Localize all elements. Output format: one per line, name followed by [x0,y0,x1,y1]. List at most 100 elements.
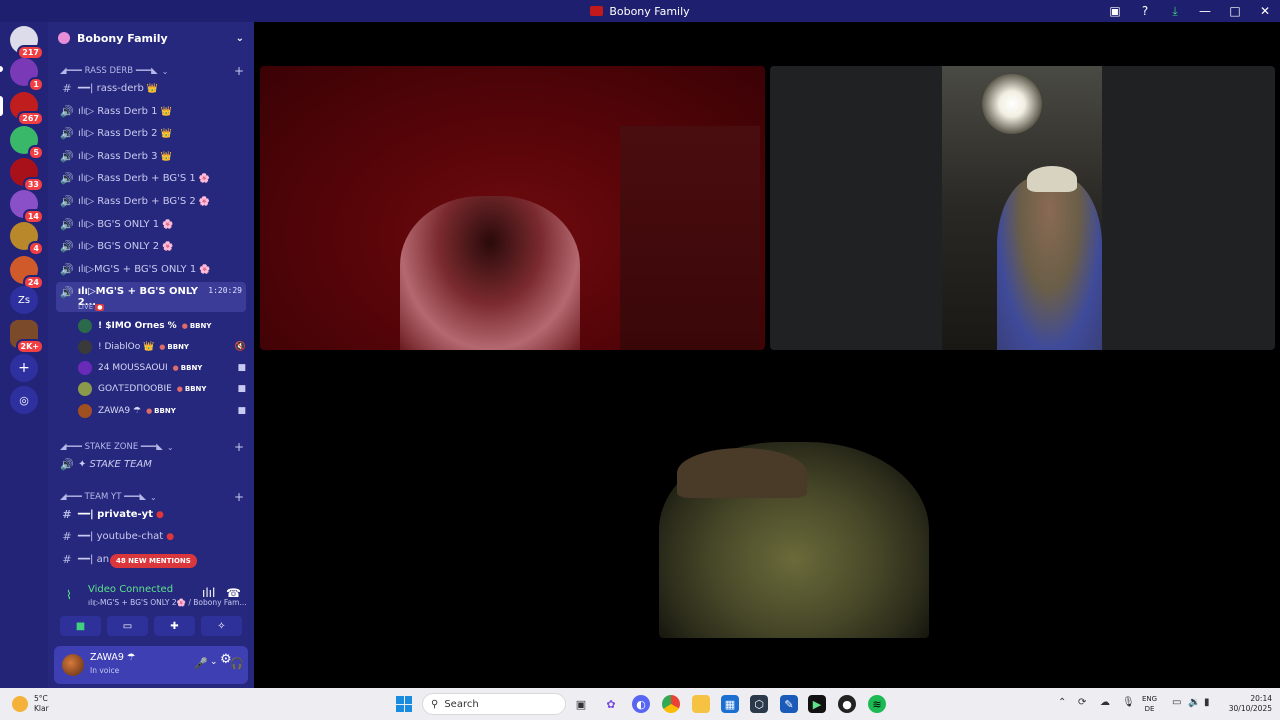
server-icon-5[interactable]: 14 [10,190,44,224]
speaker-icon: 🔊 [60,195,74,208]
editor-icon[interactable]: ✎ [780,695,798,713]
voice-channel-rass-derb-bgs-1[interactable]: 🔊 ılı▷ Rass Derb + BG'S 1 🌸 [56,168,246,189]
voice-channel-rass-derb-1[interactable]: 🔊 ılı▷ Rass Derb 1 👑 [56,101,246,122]
inbox-icon[interactable]: ▣ [1100,0,1130,22]
red-dot-icon: ● [166,531,175,542]
microphone-icon[interactable]: 🎤 [194,657,208,670]
server-icon-4[interactable]: 33 [10,158,44,192]
speaker-icon: 🔊 [60,240,74,253]
soundboard-button[interactable]: ✧ [201,616,242,636]
video-tile[interactable] [659,442,929,638]
help-icon[interactable]: ? [1130,0,1160,22]
add-channel-icon[interactable]: + [234,490,244,504]
server-rail: 217 1 267 5 33 14 4 24 Zs 2K+ + ◎ [0,22,48,688]
screen-share-button[interactable]: ▭ [107,616,148,636]
voice-user[interactable]: ! $IMO Ornes % BBNY [78,316,246,336]
clock[interactable]: 20:14 30/10/2025 [1224,694,1272,714]
channel-private-yt[interactable]: # ━━| private-yt ● [56,504,246,525]
store-icon[interactable]: ▦ [721,695,739,713]
display-icon[interactable]: ▭ [1172,697,1181,708]
avatar[interactable] [62,654,84,676]
voice-channel-stake-team[interactable]: 🔊 ✦ STAKE TEAM [56,454,246,475]
add-server-icon[interactable]: + [10,354,38,382]
guild-header[interactable]: Bobony Family ⌄ [48,22,254,54]
voice-channel-link[interactable]: ılı▷MG'S + BG'S ONLY 2🌸 / Bobony Fam... [88,598,247,607]
settings-icon[interactable]: ⚙ [220,652,232,667]
disconnect-icon[interactable]: ☎ [226,586,241,600]
voice-user[interactable]: ! DiablOo 👑 BBNY 🔇 [78,337,246,357]
video-tile[interactable] [260,66,765,350]
cloud-icon[interactable]: ☁ [1100,697,1110,708]
chevron-up-icon[interactable]: ⌃ [1058,697,1066,708]
hash-icon: # [62,508,72,521]
category-rass-derb[interactable]: ◢━━━ RASS DERB ━━━◣ ⌄ + [60,64,244,78]
voice-status[interactable]: Video Connected [88,584,173,595]
new-mentions-button[interactable]: 48 NEW MENTIONS [110,554,197,568]
chevron-down-icon: ⌄ [235,32,244,44]
maximize-button[interactable]: □ [1220,0,1250,22]
file-explorer-icon[interactable] [692,695,710,713]
window-title: Bobony Family [0,5,1280,18]
video-tile[interactable] [770,66,1275,350]
voice-channel-rass-derb-3[interactable]: 🔊 ılı▷ Rass Derb 3 👑 [56,146,246,167]
app-icon[interactable]: ⬡ [750,695,768,713]
discord-icon[interactable]: ◐ [632,695,650,713]
live-badge: ● [95,304,105,311]
speaker-icon: 🔊 [60,105,74,118]
server-icon-zs[interactable]: Zs [10,286,38,314]
add-channel-icon[interactable]: + [234,440,244,454]
headphones-icon[interactable]: 🎧 [230,657,244,670]
camera-button[interactable]: ■ [60,616,101,636]
minimize-button[interactable]: — [1190,0,1220,22]
voice-connection-panel: ⌇ Video Connected ılı▷MG'S + BG'S ONLY 2… [54,578,248,640]
speaker-icon: 🔊 [60,218,74,231]
chevron-down-icon[interactable]: ⌄ [210,657,218,667]
unread-badge: 2K+ [15,339,44,354]
server-icon-1[interactable]: 1 [10,58,44,92]
taskbar-search[interactable]: ⚲ Search [422,693,566,715]
server-icon-2[interactable]: 267 [10,92,44,126]
sync-icon[interactable]: ⟳ [1078,697,1086,708]
call-duration: 1:20:29 [208,286,242,295]
voice-channel-rass-derb-2[interactable]: 🔊 ılı▷ Rass Derb 2 👑 [56,123,246,144]
volume-icon[interactable]: 🔉 [1188,697,1200,708]
channel-rass-derb[interactable]: # ━━| rass-derb 👑 [56,78,246,99]
language-indicator[interactable]: ENG DE [1142,694,1157,714]
voice-user[interactable]: GOΛTΞDΠOOBIE BBNY ■ [78,379,246,399]
voice-channel-rass-derb-bgs-2[interactable]: 🔊 ılı▷ Rass Derb + BG'S 2 🌸 [56,191,246,212]
username[interactable]: ZAWA9 ☂ [90,652,135,663]
discover-icon[interactable]: ◎ [10,386,38,414]
add-channel-icon[interactable]: + [234,64,244,78]
category-stake-zone[interactable]: ◢━━━ STAKE ZONE ━━━◣ ⌄ + [60,440,244,454]
activities-button[interactable]: ✚ [154,616,195,636]
download-icon[interactable]: ⤓ [1160,0,1190,22]
server-icon-7[interactable]: 24 [10,256,44,290]
server-icon-8[interactable]: 2K+ [10,320,44,354]
terminal-icon[interactable]: ▶ [808,695,826,713]
channel-youtube-chat[interactable]: # ━━| youtube-chat ● [56,526,246,547]
media-player-icon[interactable]: ● [838,695,856,713]
battery-icon[interactable]: ▮ [1204,697,1210,708]
copilot-icon[interactable]: ✿ [602,695,620,713]
speaker-icon: 🔊 [60,263,74,276]
server-icon-6[interactable]: 4 [10,222,44,256]
voice-user[interactable]: ZAWA9 ☂ BBNY ■ [78,401,246,421]
close-button[interactable]: ✕ [1250,0,1280,22]
weather-widget[interactable]: 5°C Klar [12,694,49,714]
start-button[interactable] [396,696,412,712]
voice-channel-mgs-bgs-only-1[interactable]: 🔊 ılı▷MG'S + BG'S ONLY 1 🌸 [56,259,246,280]
voice-user[interactable]: 24 MOUSSAOUI BBNY ■ [78,358,246,378]
voice-channel-bgs-only-2[interactable]: 🔊 ılı▷ BG'S ONLY 2 🌸 [56,236,246,257]
category-team-yt[interactable]: ◢━━━ TEAM YT ━━━◣ ⌄ + [60,490,244,504]
unread-badge: 267 [17,111,44,126]
avatar [78,404,92,418]
microphone-icon[interactable]: 🎙 [1122,697,1135,708]
spotify-icon[interactable]: ≋ [868,695,886,713]
noise-suppression-icon[interactable]: ılıl [202,586,215,600]
voice-channel-bgs-only-1[interactable]: 🔊 ılı▷ BG'S ONLY 1 🌸 [56,214,246,235]
server-icon-home[interactable]: 217 [10,26,44,60]
task-view-icon[interactable]: ▣ [572,695,590,713]
chrome-icon[interactable] [662,695,680,713]
server-indicator [0,66,3,72]
server-icon-3[interactable]: 5 [10,126,44,160]
